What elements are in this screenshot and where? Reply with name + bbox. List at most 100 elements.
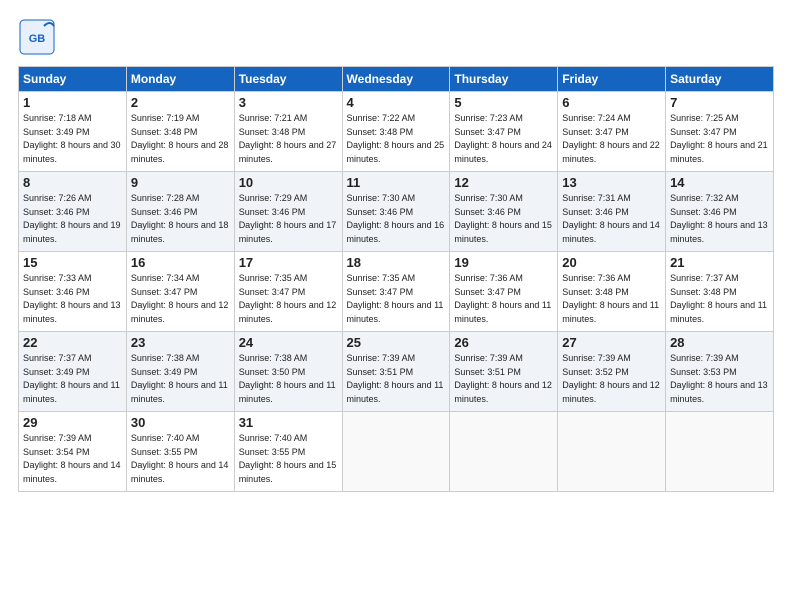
cell-info: Sunrise: 7:33 AMSunset: 3:46 PMDaylight:…	[23, 273, 121, 324]
cell-day-number: 22	[23, 335, 122, 350]
cell-info: Sunrise: 7:40 AMSunset: 3:55 PMDaylight:…	[239, 433, 337, 484]
cell-day-number: 9	[131, 175, 230, 190]
calendar-cell	[666, 412, 774, 492]
cell-day-number: 31	[239, 415, 338, 430]
calendar-cell: 29 Sunrise: 7:39 AMSunset: 3:54 PMDaylig…	[19, 412, 127, 492]
cell-info: Sunrise: 7:38 AMSunset: 3:49 PMDaylight:…	[131, 353, 228, 404]
cell-day-number: 15	[23, 255, 122, 270]
calendar-cell: 28 Sunrise: 7:39 AMSunset: 3:53 PMDaylig…	[666, 332, 774, 412]
calendar-cell: 4 Sunrise: 7:22 AMSunset: 3:48 PMDayligh…	[342, 92, 450, 172]
cell-day-number: 12	[454, 175, 553, 190]
cell-info: Sunrise: 7:35 AMSunset: 3:47 PMDaylight:…	[347, 273, 444, 324]
svg-text:GB: GB	[29, 33, 46, 45]
calendar-table: SundayMondayTuesdayWednesdayThursdayFrid…	[18, 66, 774, 492]
calendar-cell	[342, 412, 450, 492]
cell-info: Sunrise: 7:34 AMSunset: 3:47 PMDaylight:…	[131, 273, 229, 324]
cell-day-number: 1	[23, 95, 122, 110]
cell-day-number: 14	[670, 175, 769, 190]
logo-icon: GB	[18, 18, 56, 56]
cell-info: Sunrise: 7:21 AMSunset: 3:48 PMDaylight:…	[239, 113, 337, 164]
weekday-header: Saturday	[666, 67, 774, 92]
cell-day-number: 27	[562, 335, 661, 350]
cell-day-number: 7	[670, 95, 769, 110]
calendar-cell: 25 Sunrise: 7:39 AMSunset: 3:51 PMDaylig…	[342, 332, 450, 412]
cell-info: Sunrise: 7:39 AMSunset: 3:53 PMDaylight:…	[670, 353, 768, 404]
logo: GB	[18, 18, 60, 56]
calendar-header-row: SundayMondayTuesdayWednesdayThursdayFrid…	[19, 67, 774, 92]
weekday-header: Monday	[126, 67, 234, 92]
cell-info: Sunrise: 7:19 AMSunset: 3:48 PMDaylight:…	[131, 113, 229, 164]
cell-day-number: 20	[562, 255, 661, 270]
weekday-header: Thursday	[450, 67, 558, 92]
calendar-cell: 16 Sunrise: 7:34 AMSunset: 3:47 PMDaylig…	[126, 252, 234, 332]
calendar-cell: 6 Sunrise: 7:24 AMSunset: 3:47 PMDayligh…	[558, 92, 666, 172]
page: GB SundayMondayTuesdayWednesdayThursdayF…	[0, 0, 792, 612]
cell-info: Sunrise: 7:31 AMSunset: 3:46 PMDaylight:…	[562, 193, 660, 244]
calendar-cell: 7 Sunrise: 7:25 AMSunset: 3:47 PMDayligh…	[666, 92, 774, 172]
calendar-cell: 18 Sunrise: 7:35 AMSunset: 3:47 PMDaylig…	[342, 252, 450, 332]
cell-day-number: 18	[347, 255, 446, 270]
calendar-cell: 21 Sunrise: 7:37 AMSunset: 3:48 PMDaylig…	[666, 252, 774, 332]
cell-day-number: 5	[454, 95, 553, 110]
calendar-cell	[450, 412, 558, 492]
cell-info: Sunrise: 7:36 AMSunset: 3:47 PMDaylight:…	[454, 273, 551, 324]
calendar-cell: 31 Sunrise: 7:40 AMSunset: 3:55 PMDaylig…	[234, 412, 342, 492]
cell-info: Sunrise: 7:30 AMSunset: 3:46 PMDaylight:…	[347, 193, 445, 244]
cell-info: Sunrise: 7:36 AMSunset: 3:48 PMDaylight:…	[562, 273, 659, 324]
cell-day-number: 3	[239, 95, 338, 110]
cell-day-number: 17	[239, 255, 338, 270]
calendar-cell: 13 Sunrise: 7:31 AMSunset: 3:46 PMDaylig…	[558, 172, 666, 252]
weekday-header: Wednesday	[342, 67, 450, 92]
cell-info: Sunrise: 7:38 AMSunset: 3:50 PMDaylight:…	[239, 353, 336, 404]
cell-day-number: 28	[670, 335, 769, 350]
cell-day-number: 13	[562, 175, 661, 190]
cell-info: Sunrise: 7:37 AMSunset: 3:49 PMDaylight:…	[23, 353, 120, 404]
cell-day-number: 29	[23, 415, 122, 430]
calendar-cell: 19 Sunrise: 7:36 AMSunset: 3:47 PMDaylig…	[450, 252, 558, 332]
calendar-cell	[558, 412, 666, 492]
cell-day-number: 26	[454, 335, 553, 350]
calendar-cell: 26 Sunrise: 7:39 AMSunset: 3:51 PMDaylig…	[450, 332, 558, 412]
calendar-week-row: 8 Sunrise: 7:26 AMSunset: 3:46 PMDayligh…	[19, 172, 774, 252]
cell-day-number: 19	[454, 255, 553, 270]
cell-day-number: 23	[131, 335, 230, 350]
calendar-cell: 15 Sunrise: 7:33 AMSunset: 3:46 PMDaylig…	[19, 252, 127, 332]
cell-info: Sunrise: 7:23 AMSunset: 3:47 PMDaylight:…	[454, 113, 552, 164]
calendar-cell: 10 Sunrise: 7:29 AMSunset: 3:46 PMDaylig…	[234, 172, 342, 252]
cell-info: Sunrise: 7:25 AMSunset: 3:47 PMDaylight:…	[670, 113, 768, 164]
calendar-cell: 12 Sunrise: 7:30 AMSunset: 3:46 PMDaylig…	[450, 172, 558, 252]
calendar-cell: 5 Sunrise: 7:23 AMSunset: 3:47 PMDayligh…	[450, 92, 558, 172]
cell-info: Sunrise: 7:35 AMSunset: 3:47 PMDaylight:…	[239, 273, 337, 324]
header: GB	[18, 18, 774, 56]
cell-day-number: 24	[239, 335, 338, 350]
calendar-cell: 17 Sunrise: 7:35 AMSunset: 3:47 PMDaylig…	[234, 252, 342, 332]
cell-day-number: 30	[131, 415, 230, 430]
calendar-cell: 24 Sunrise: 7:38 AMSunset: 3:50 PMDaylig…	[234, 332, 342, 412]
cell-info: Sunrise: 7:24 AMSunset: 3:47 PMDaylight:…	[562, 113, 660, 164]
calendar-cell: 23 Sunrise: 7:38 AMSunset: 3:49 PMDaylig…	[126, 332, 234, 412]
calendar-cell: 14 Sunrise: 7:32 AMSunset: 3:46 PMDaylig…	[666, 172, 774, 252]
cell-info: Sunrise: 7:39 AMSunset: 3:51 PMDaylight:…	[454, 353, 552, 404]
cell-day-number: 16	[131, 255, 230, 270]
calendar-cell: 8 Sunrise: 7:26 AMSunset: 3:46 PMDayligh…	[19, 172, 127, 252]
calendar-cell: 1 Sunrise: 7:18 AMSunset: 3:49 PMDayligh…	[19, 92, 127, 172]
cell-info: Sunrise: 7:39 AMSunset: 3:52 PMDaylight:…	[562, 353, 660, 404]
calendar-week-row: 22 Sunrise: 7:37 AMSunset: 3:49 PMDaylig…	[19, 332, 774, 412]
cell-day-number: 6	[562, 95, 661, 110]
cell-info: Sunrise: 7:39 AMSunset: 3:51 PMDaylight:…	[347, 353, 444, 404]
cell-info: Sunrise: 7:22 AMSunset: 3:48 PMDaylight:…	[347, 113, 445, 164]
calendar-cell: 20 Sunrise: 7:36 AMSunset: 3:48 PMDaylig…	[558, 252, 666, 332]
cell-day-number: 25	[347, 335, 446, 350]
weekday-header: Friday	[558, 67, 666, 92]
cell-info: Sunrise: 7:32 AMSunset: 3:46 PMDaylight:…	[670, 193, 768, 244]
calendar-week-row: 29 Sunrise: 7:39 AMSunset: 3:54 PMDaylig…	[19, 412, 774, 492]
calendar-cell: 2 Sunrise: 7:19 AMSunset: 3:48 PMDayligh…	[126, 92, 234, 172]
cell-day-number: 4	[347, 95, 446, 110]
cell-info: Sunrise: 7:40 AMSunset: 3:55 PMDaylight:…	[131, 433, 229, 484]
calendar-cell: 22 Sunrise: 7:37 AMSunset: 3:49 PMDaylig…	[19, 332, 127, 412]
cell-day-number: 21	[670, 255, 769, 270]
weekday-header: Sunday	[19, 67, 127, 92]
calendar-cell: 27 Sunrise: 7:39 AMSunset: 3:52 PMDaylig…	[558, 332, 666, 412]
calendar-cell: 30 Sunrise: 7:40 AMSunset: 3:55 PMDaylig…	[126, 412, 234, 492]
cell-info: Sunrise: 7:39 AMSunset: 3:54 PMDaylight:…	[23, 433, 121, 484]
